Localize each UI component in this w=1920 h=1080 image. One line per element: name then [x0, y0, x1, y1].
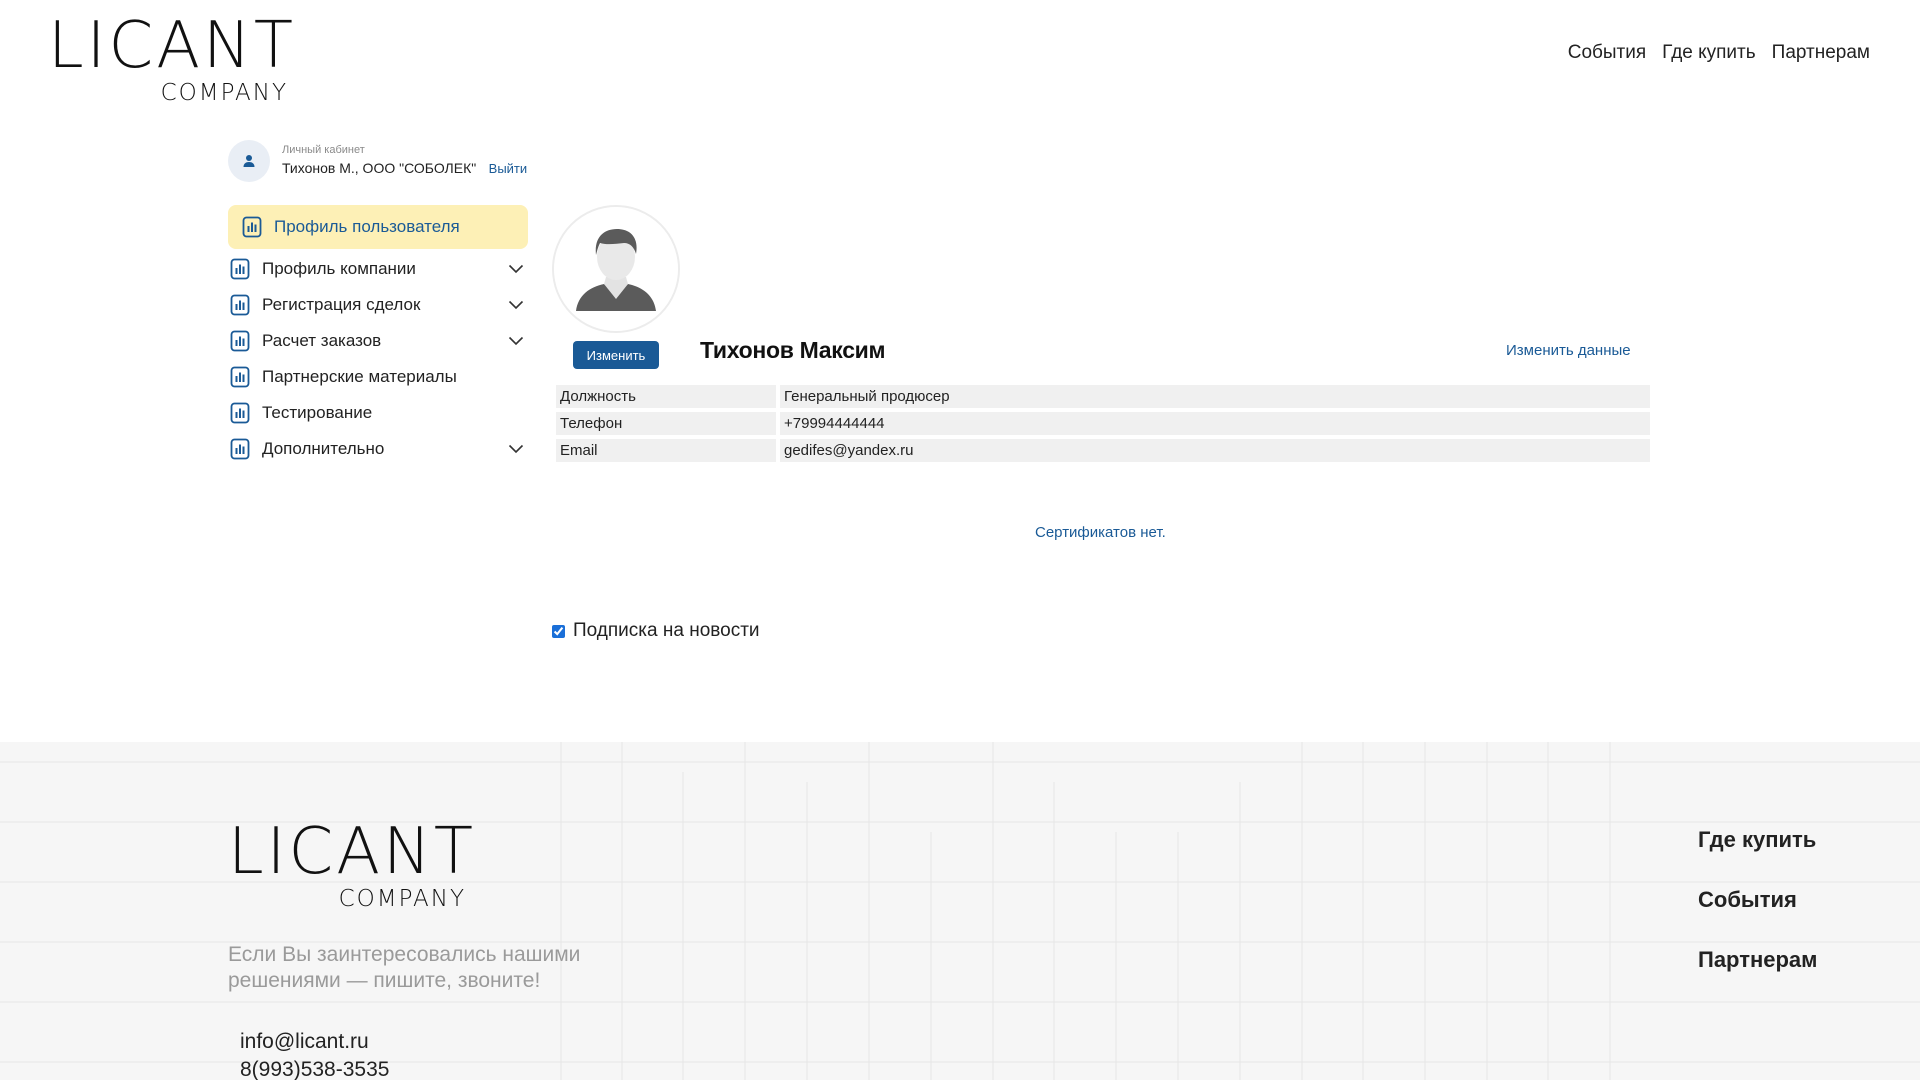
footer-phone-link[interactable]: 8(993)538-3535: [240, 1058, 389, 1080]
chart-icon: [242, 216, 262, 238]
chevron-down-icon[interactable]: [508, 444, 524, 454]
site-header: LICANT COMPANY События Где купить Партне…: [0, 0, 1920, 110]
sidebar-item-label: Расчет заказов: [262, 331, 382, 350]
site-footer: LICANT COMPANY Если Вы заинтересовались …: [0, 742, 1920, 1080]
sidebar-item-label: Профиль пользователя: [274, 217, 460, 236]
sidebar-item-label: Партнерские материалы: [262, 367, 457, 386]
chart-icon: [230, 258, 250, 280]
footer-logo[interactable]: LICANT COMPANY: [228, 820, 478, 911]
account-text: Личный кабинет Тихонов М., ООО "СОБОЛЕК"…: [282, 144, 527, 178]
sidebar-item-order-calculation[interactable]: Расчет заказов: [228, 323, 528, 359]
table-row: Телефон +79994444444: [556, 412, 1650, 435]
user-avatar-icon: [554, 207, 678, 331]
sidebar-item-user-profile[interactable]: Профиль пользователя: [228, 205, 528, 249]
top-nav-partners[interactable]: Партнерам: [1772, 42, 1870, 64]
sidebar-item-testing[interactable]: Тестирование: [228, 395, 528, 431]
field-value: Генеральный продюсер: [776, 385, 1650, 408]
chart-icon: [230, 438, 250, 460]
chevron-down-icon[interactable]: [508, 336, 524, 346]
sidebar-item-deal-registration[interactable]: Регистрация сделок: [228, 287, 528, 323]
chart-icon: [230, 366, 250, 388]
account-block: Личный кабинет Тихонов М., ООО "СОБОЛЕК"…: [228, 140, 527, 182]
sidebar-item-company-profile[interactable]: Профиль компании: [228, 251, 528, 287]
account-name: Тихонов М., ООО "СОБОЛЕК": [282, 160, 477, 176]
header-logo[interactable]: LICANT COMPANY: [48, 14, 298, 105]
logo-sub-text: COMPANY: [338, 886, 466, 912]
news-subscription[interactable]: Подписка на новости: [552, 620, 760, 642]
profile-info-table: Должность Генеральный продюсер Телефон +…: [556, 381, 1650, 466]
sidebar-item-additional[interactable]: Дополнительно: [228, 431, 528, 467]
field-key: Email: [556, 439, 776, 462]
logout-link[interactable]: Выйти: [489, 161, 528, 176]
top-nav-where-to-buy[interactable]: Где купить: [1662, 42, 1755, 64]
news-subscription-label: Подписка на новости: [573, 620, 760, 641]
table-row: Должность Генеральный продюсер: [556, 385, 1650, 408]
logo-main-text: LICANT: [48, 9, 296, 83]
chevron-down-icon[interactable]: [508, 264, 524, 274]
logo-main-text: LICANT: [228, 815, 476, 889]
field-key: Должность: [556, 385, 776, 408]
logo-sub-text: COMPANY: [160, 80, 288, 106]
field-value: +79994444444: [776, 412, 1650, 435]
footer-nav-where-to-buy[interactable]: Где купить: [1698, 826, 1817, 854]
footer-tagline: Если Вы заинтересовались нашими решениям…: [228, 943, 581, 992]
account-label: Личный кабинет: [282, 144, 365, 156]
footer-nav: Где купить События Партнерам: [1698, 826, 1817, 974]
chart-icon: [230, 402, 250, 424]
table-row: Email gedifes@yandex.ru: [556, 439, 1650, 462]
sidebar-item-label: Дополнительно: [262, 439, 385, 458]
sidebar-item-label: Тестирование: [262, 403, 373, 422]
news-subscription-checkbox[interactable]: [552, 624, 565, 638]
change-photo-button[interactable]: Изменить: [573, 341, 659, 369]
sidebar-item-partner-materials[interactable]: Партнерские материалы: [228, 359, 528, 395]
sidebar-item-label: Регистрация сделок: [262, 295, 421, 314]
field-value: gedifes@yandex.ru: [776, 439, 1650, 462]
user-icon: [228, 140, 270, 182]
footer-nav-partners[interactable]: Партнерам: [1698, 946, 1817, 974]
edit-data-link[interactable]: Изменить данные: [1506, 342, 1631, 359]
profile-photo: [552, 205, 680, 333]
footer-nav-events[interactable]: События: [1698, 886, 1817, 914]
chart-icon: [230, 330, 250, 352]
chart-icon: [230, 294, 250, 316]
certificates-status: Сертификатов нет.: [1035, 524, 1166, 541]
field-key: Телефон: [556, 412, 776, 435]
sidebar-menu: Профиль пользователя Профиль компании Ре…: [228, 205, 528, 467]
top-nav: События Где купить Партнерам: [1568, 42, 1870, 64]
footer-email-link[interactable]: info@licant.ru: [240, 1030, 369, 1054]
user-full-name: Тихонов Максим: [700, 337, 886, 363]
top-nav-events[interactable]: События: [1568, 42, 1646, 64]
chevron-down-icon[interactable]: [508, 300, 524, 310]
sidebar-item-label: Профиль компании: [262, 259, 416, 278]
